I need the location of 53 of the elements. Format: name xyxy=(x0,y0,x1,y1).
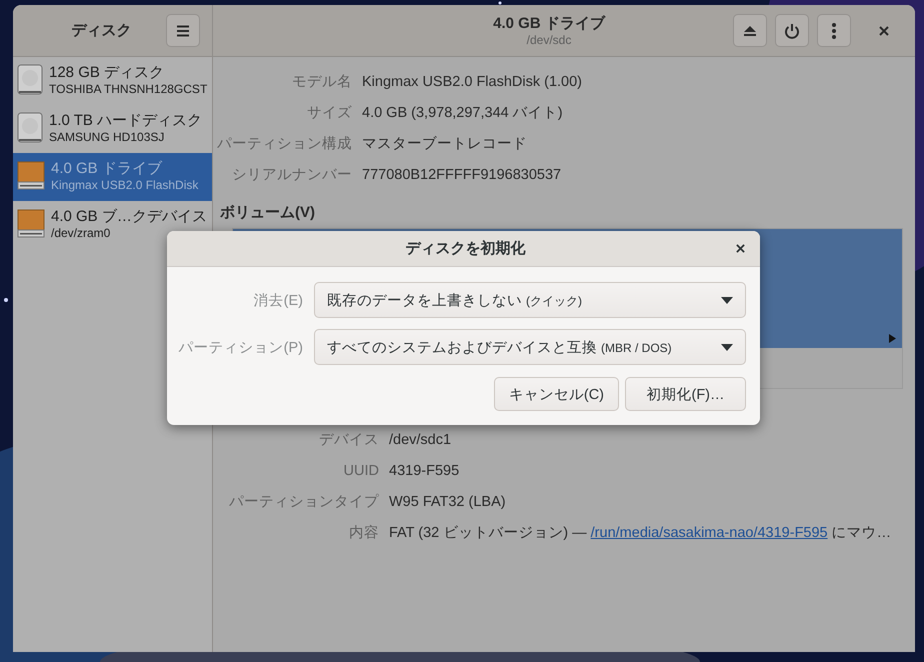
drive-model: TOSHIBA THNSNH128GCST xyxy=(49,82,208,96)
dropdown[interactable]: すべてのシステムおよびデバイスと互換 (MBR / DOS) xyxy=(314,329,746,365)
close-icon xyxy=(736,244,744,253)
field-value: 777080B12FFFFF9196830537 xyxy=(362,166,562,185)
field-label: モデル名 xyxy=(291,73,352,92)
sidebar-item[interactable]: 128 GB ディスク TOSHIBA THNSNH128GCST xyxy=(13,57,212,105)
drive-model: /dev/zram0 xyxy=(51,226,112,240)
volumes-heading: ボリューム(V) xyxy=(219,203,316,222)
more-button[interactable] xyxy=(817,14,851,47)
dialog-button[interactable]: 初期化(F)… xyxy=(625,377,746,411)
drive-model: Kingmax USB2.0 FlashDisk xyxy=(51,178,198,192)
field-label: シリアルナンバー xyxy=(231,166,352,185)
dropdown[interactable]: 既存のデータを上書きしない (クイック) xyxy=(314,282,746,318)
field-label: 消去(E) xyxy=(252,292,303,310)
field-value: FAT (32 ビットバージョン) — /run/media/sasakima-nao/4319-F595 にマウ… xyxy=(389,524,892,543)
drive-name: 4.0 GB ブ…クデバイス xyxy=(51,207,207,226)
field-label: 内容 xyxy=(348,524,379,543)
drive-model: SAMSUNG HD103SJ xyxy=(49,130,166,144)
menu-icon xyxy=(176,24,190,36)
field-value: マスターブートレコード xyxy=(362,135,528,154)
power-icon xyxy=(784,22,800,38)
field-value: 4.0 GB (3,978,297,344 バイト) xyxy=(362,104,564,123)
field-label: デバイス xyxy=(318,431,379,450)
dialog-title: ディスクを初期化 xyxy=(404,239,526,258)
drive-name: 128 GB ディスク xyxy=(49,63,166,82)
drive-icon xyxy=(17,160,45,192)
field-label: UUID xyxy=(342,462,379,481)
drive-name: 1.0 TB ハードディスク xyxy=(49,111,202,130)
power-button[interactable] xyxy=(775,14,809,47)
field-label: パーティション構成 xyxy=(216,135,352,154)
sidebar-title: ディスク xyxy=(70,21,132,40)
drive-icon xyxy=(17,208,45,240)
field-label: サイズ xyxy=(306,104,352,123)
close-icon xyxy=(879,26,889,36)
menu-button[interactable] xyxy=(166,14,200,47)
sidebar-item[interactable]: 4.0 GB ブ…クデバイス /dev/zram0 xyxy=(13,201,212,249)
field-value: Kingmax USB2.0 FlashDisk (1.00) xyxy=(362,73,583,92)
dialog-button[interactable]: キャンセル(C) xyxy=(494,377,619,411)
sidebar-item[interactable]: 1.0 TB ハードディスク SAMSUNG HD103SJ xyxy=(13,105,212,153)
eject-button[interactable] xyxy=(733,14,767,47)
window-subtitle: /dev/sdc xyxy=(526,33,572,47)
field-value: W95 FAT32 (LBA) xyxy=(389,493,507,512)
play-icon xyxy=(889,334,896,343)
caret-icon xyxy=(721,344,733,350)
field-value: /dev/sdc1 xyxy=(389,431,452,450)
window-title: 4.0 GB ドライブ xyxy=(493,14,605,33)
field-value: 4319-F595 xyxy=(389,462,460,481)
field-label: パーティションタイプ xyxy=(228,492,379,512)
drive-name: 4.0 GB ドライブ xyxy=(51,159,164,178)
caret-icon xyxy=(721,296,733,304)
eject-icon xyxy=(743,24,757,36)
field-label: パーティション(P) xyxy=(178,338,303,356)
more-icon xyxy=(832,22,836,38)
